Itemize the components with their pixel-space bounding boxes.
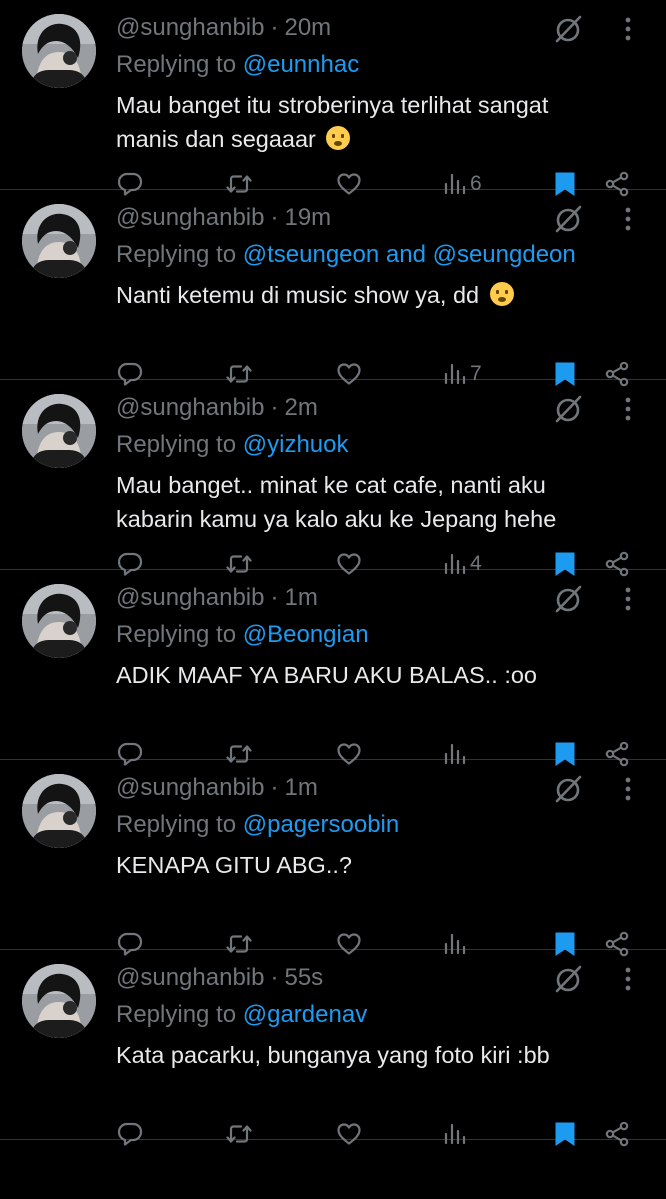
replying-to: Replying to @Beongian xyxy=(116,620,369,650)
separator: · xyxy=(270,584,279,611)
separator: · xyxy=(270,394,279,421)
tweet-meta: @sunghanbib · 19m xyxy=(116,203,331,233)
separator: · xyxy=(270,774,279,801)
muted-icon[interactable] xyxy=(553,204,583,234)
avatar[interactable] xyxy=(22,774,96,848)
more-icon[interactable] xyxy=(620,394,636,424)
mention-link[interactable]: @Beongian xyxy=(243,621,369,648)
reply-feed: @sunghanbib · 20m Replying to @eunnhac Mau… xyxy=(0,0,666,1147)
replying-label: Replying to xyxy=(116,621,243,648)
retweet-icon xyxy=(226,1125,252,1143)
replying-label: Replying to xyxy=(116,811,243,838)
replying-label: Replying to xyxy=(116,51,243,78)
more-icon[interactable] xyxy=(620,14,636,44)
heart-icon xyxy=(337,1123,361,1145)
pleading-face-emoji xyxy=(489,282,514,306)
avatar[interactable] xyxy=(22,394,96,468)
share-icon xyxy=(605,1121,629,1147)
replying-label: Replying to xyxy=(116,241,243,268)
tweet[interactable]: @sunghanbib · 19m Replying to @tseungeon a… xyxy=(0,190,666,387)
separator: · xyxy=(270,964,279,991)
tweet[interactable]: @sunghanbib · 1m Replying to @pagersoobin … xyxy=(0,760,666,957)
avatar[interactable] xyxy=(22,964,96,1038)
tweet-text: Kata pacarku, bunganya yang foto kiri :b… xyxy=(116,1038,616,1072)
tweet-text-content: ADIK MAAF YA BARU AKU BALAS.. :oo xyxy=(116,662,537,688)
separator: · xyxy=(270,14,279,41)
mention-link[interactable]: @gardenav xyxy=(243,1001,367,1028)
replying-to: Replying to @eunnhac xyxy=(116,50,359,80)
retweet-button[interactable] xyxy=(226,1116,252,1152)
action-bar xyxy=(0,1116,666,1152)
tweet-meta: @sunghanbib · 1m xyxy=(116,583,318,613)
views-icon xyxy=(444,1123,466,1145)
tweet-text: KENAPA GITU ABG..? xyxy=(116,848,616,882)
replying-label: Replying to xyxy=(116,1001,243,1028)
tweet-text: Nanti ketemu di music show ya, dd xyxy=(116,278,616,312)
tweet[interactable]: @sunghanbib · 2m Replying to @yizhuok Mau … xyxy=(0,380,666,577)
mention-link[interactable]: @tseungeon and @seungdeon xyxy=(243,241,576,268)
more-icon[interactable] xyxy=(620,584,636,614)
replying-label: Replying to xyxy=(116,431,243,458)
mention-link[interactable]: @eunnhac xyxy=(243,51,359,78)
replying-to: Replying to @tseungeon and @seungdeon xyxy=(116,240,576,270)
replying-to: Replying to @pagersoobin xyxy=(116,810,399,840)
timestamp[interactable]: 55s xyxy=(284,964,323,991)
avatar[interactable] xyxy=(22,14,96,88)
tweet-text: Mau banget.. minat ke cat cafe, nanti ak… xyxy=(116,468,616,536)
mention-link[interactable]: @pagersoobin xyxy=(243,811,399,838)
more-icon[interactable] xyxy=(620,964,636,994)
tweet-text-content: Nanti ketemu di music show ya, dd xyxy=(116,282,480,308)
timestamp[interactable]: 1m xyxy=(284,584,317,611)
bookmark-icon xyxy=(555,1122,575,1146)
like-button[interactable] xyxy=(336,1116,362,1152)
tweet-text-content: Kata pacarku, bunganya yang foto kiri :b… xyxy=(116,1042,550,1068)
author-handle[interactable]: @sunghanbib xyxy=(116,774,264,801)
avatar[interactable] xyxy=(22,584,96,658)
timestamp[interactable]: 1m xyxy=(284,774,317,801)
tweet-text-content: KENAPA GITU ABG..? xyxy=(116,852,352,878)
more-icon[interactable] xyxy=(620,774,636,804)
muted-icon[interactable] xyxy=(553,14,583,44)
author-handle[interactable]: @sunghanbib xyxy=(116,584,264,611)
more-icon[interactable] xyxy=(620,204,636,234)
muted-icon[interactable] xyxy=(553,964,583,994)
tweet[interactable]: @sunghanbib · 1m Replying to @Beongian ADI… xyxy=(0,570,666,767)
tweet-text: ADIK MAAF YA BARU AKU BALAS.. :oo xyxy=(116,658,616,692)
reply-button[interactable] xyxy=(117,1116,143,1152)
timestamp[interactable]: 19m xyxy=(284,204,331,231)
bookmark-button[interactable] xyxy=(552,1116,578,1152)
tweet-meta: @sunghanbib · 2m xyxy=(116,393,318,423)
author-handle[interactable]: @sunghanbib xyxy=(116,964,264,991)
tweet-meta: @sunghanbib · 20m xyxy=(116,13,331,43)
tweet-text-content: Mau banget.. minat ke cat cafe, nanti ak… xyxy=(116,472,557,532)
tweet-meta: @sunghanbib · 1m xyxy=(116,773,318,803)
separator: · xyxy=(270,204,279,231)
muted-icon[interactable] xyxy=(553,774,583,804)
author-handle[interactable]: @sunghanbib xyxy=(116,14,264,41)
surprised-face-emoji xyxy=(326,126,351,150)
timestamp[interactable]: 20m xyxy=(284,14,331,41)
tweet[interactable]: @sunghanbib · 55s Replying to @gardenav Ka… xyxy=(0,950,666,1147)
replying-to: Replying to @gardenav xyxy=(116,1000,367,1030)
reply-icon xyxy=(117,1122,143,1146)
views-button[interactable] xyxy=(442,1116,470,1152)
timestamp[interactable]: 2m xyxy=(284,394,317,421)
author-handle[interactable]: @sunghanbib xyxy=(116,204,264,231)
muted-icon[interactable] xyxy=(553,394,583,424)
avatar[interactable] xyxy=(22,204,96,278)
author-handle[interactable]: @sunghanbib xyxy=(116,394,264,421)
share-button[interactable] xyxy=(604,1116,630,1152)
tweet[interactable]: @sunghanbib · 20m Replying to @eunnhac Mau… xyxy=(0,0,666,197)
muted-icon[interactable] xyxy=(553,584,583,614)
mention-link[interactable]: @yizhuok xyxy=(243,431,349,458)
replying-to: Replying to @yizhuok xyxy=(116,430,349,460)
tweet-meta: @sunghanbib · 55s xyxy=(116,963,323,993)
tweet-text: Mau banget itu stroberinya terlihat sang… xyxy=(116,88,616,156)
